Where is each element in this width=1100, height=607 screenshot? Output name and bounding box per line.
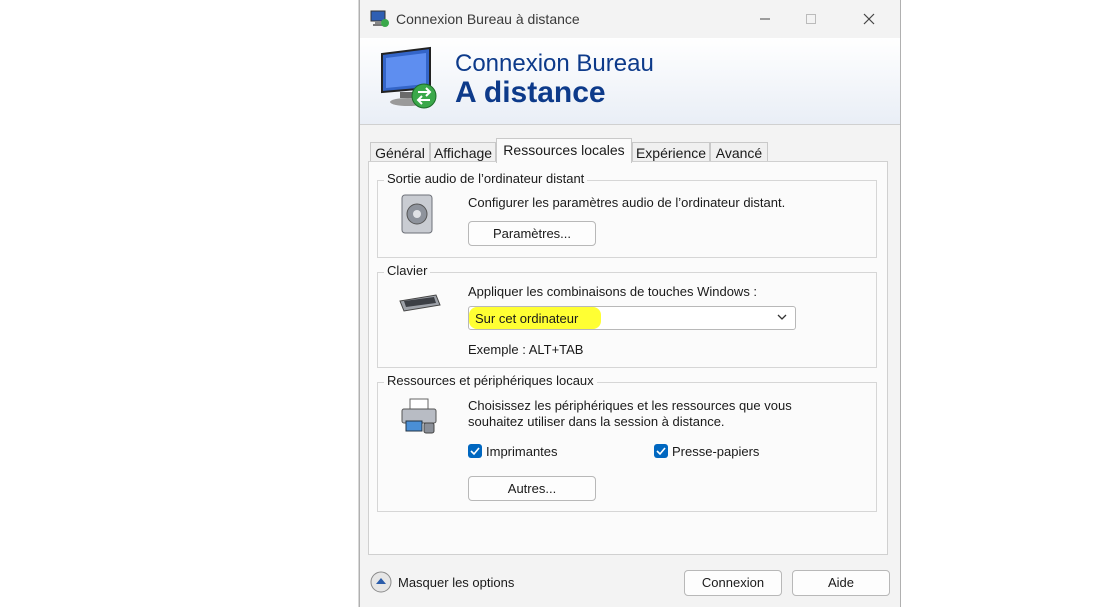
banner-title-line2: A distance <box>455 76 606 109</box>
connect-button[interactable]: Connexion <box>684 570 782 596</box>
close-button[interactable] <box>846 0 892 38</box>
clipboard-label[interactable]: Presse-papiers <box>672 444 759 459</box>
windows-keys-dropdown[interactable]: Sur cet ordinateur <box>468 306 796 330</box>
devices-group-title: Ressources et périphériques locaux <box>384 373 597 388</box>
maximize-button[interactable] <box>788 0 834 38</box>
banner: Connexion Bureau A distance <box>360 38 900 125</box>
keyboard-group: Clavier Appliquer les combinaisons de to… <box>377 263 877 368</box>
clipboard-checkbox[interactable] <box>654 444 668 458</box>
chevron-down-icon <box>775 310 789 327</box>
hide-options-label[interactable]: Masquer les options <box>398 575 514 590</box>
minimize-icon <box>760 18 770 20</box>
rdp-app-icon <box>370 10 390 31</box>
close-icon <box>863 13 875 25</box>
audio-settings-button[interactable]: Paramètres... <box>468 221 596 246</box>
printers-label[interactable]: Imprimantes <box>486 444 558 459</box>
more-devices-button[interactable]: Autres... <box>468 476 596 501</box>
keyboard-group-title: Clavier <box>384 263 431 278</box>
window-title: Connexion Bureau à distance <box>396 11 580 27</box>
help-button[interactable]: Aide <box>792 570 890 596</box>
keyboard-description: Appliquer les combinaisons de touches Wi… <box>468 284 758 299</box>
devices-description-line2: souhaitez utiliser dans la session à dis… <box>468 414 725 429</box>
keyboard-icon <box>398 293 442 316</box>
audio-group: Sortie audio de l’ordinateur distant Con… <box>377 171 877 258</box>
monitor-icon <box>378 46 448 113</box>
checkmark-icon <box>656 447 666 456</box>
banner-title-line1: Connexion Bureau <box>455 50 654 77</box>
audio-description: Configurer les paramètres audio de l’ord… <box>468 195 786 210</box>
minimize-button[interactable] <box>742 0 788 38</box>
printers-checkbox[interactable] <box>468 444 482 458</box>
tab-display[interactable]: Affichage <box>430 142 496 162</box>
title-bar[interactable]: Connexion Bureau à distance <box>360 0 900 38</box>
maximize-icon <box>806 14 816 24</box>
printer-icon <box>400 397 440 440</box>
hide-options-toggle[interactable] <box>370 571 392 596</box>
dropdown-selected-value: Sur cet ordinateur <box>475 311 579 326</box>
tab-experience[interactable]: Expérience <box>632 142 710 162</box>
tab-general[interactable]: Général <box>370 142 430 162</box>
tab-local-resources[interactable]: Ressources locales <box>496 138 632 163</box>
speaker-icon <box>398 193 438 240</box>
checkmark-icon <box>470 447 480 456</box>
devices-group: Ressources et périphériques locaux Chois… <box>377 373 877 512</box>
devices-description-line1: Choisissez les périphériques et les ress… <box>468 398 792 413</box>
tab-advanced[interactable]: Avancé <box>710 142 768 162</box>
local-resources-panel: Sortie audio de l’ordinateur distant Con… <box>368 161 888 555</box>
rdp-window: Connexion Bureau à distance Connexion Bu… <box>359 0 901 607</box>
chevron-up-icon <box>370 571 392 593</box>
keyboard-example: Exemple : ALT+TAB <box>468 342 584 357</box>
audio-group-title: Sortie audio de l’ordinateur distant <box>384 171 588 186</box>
